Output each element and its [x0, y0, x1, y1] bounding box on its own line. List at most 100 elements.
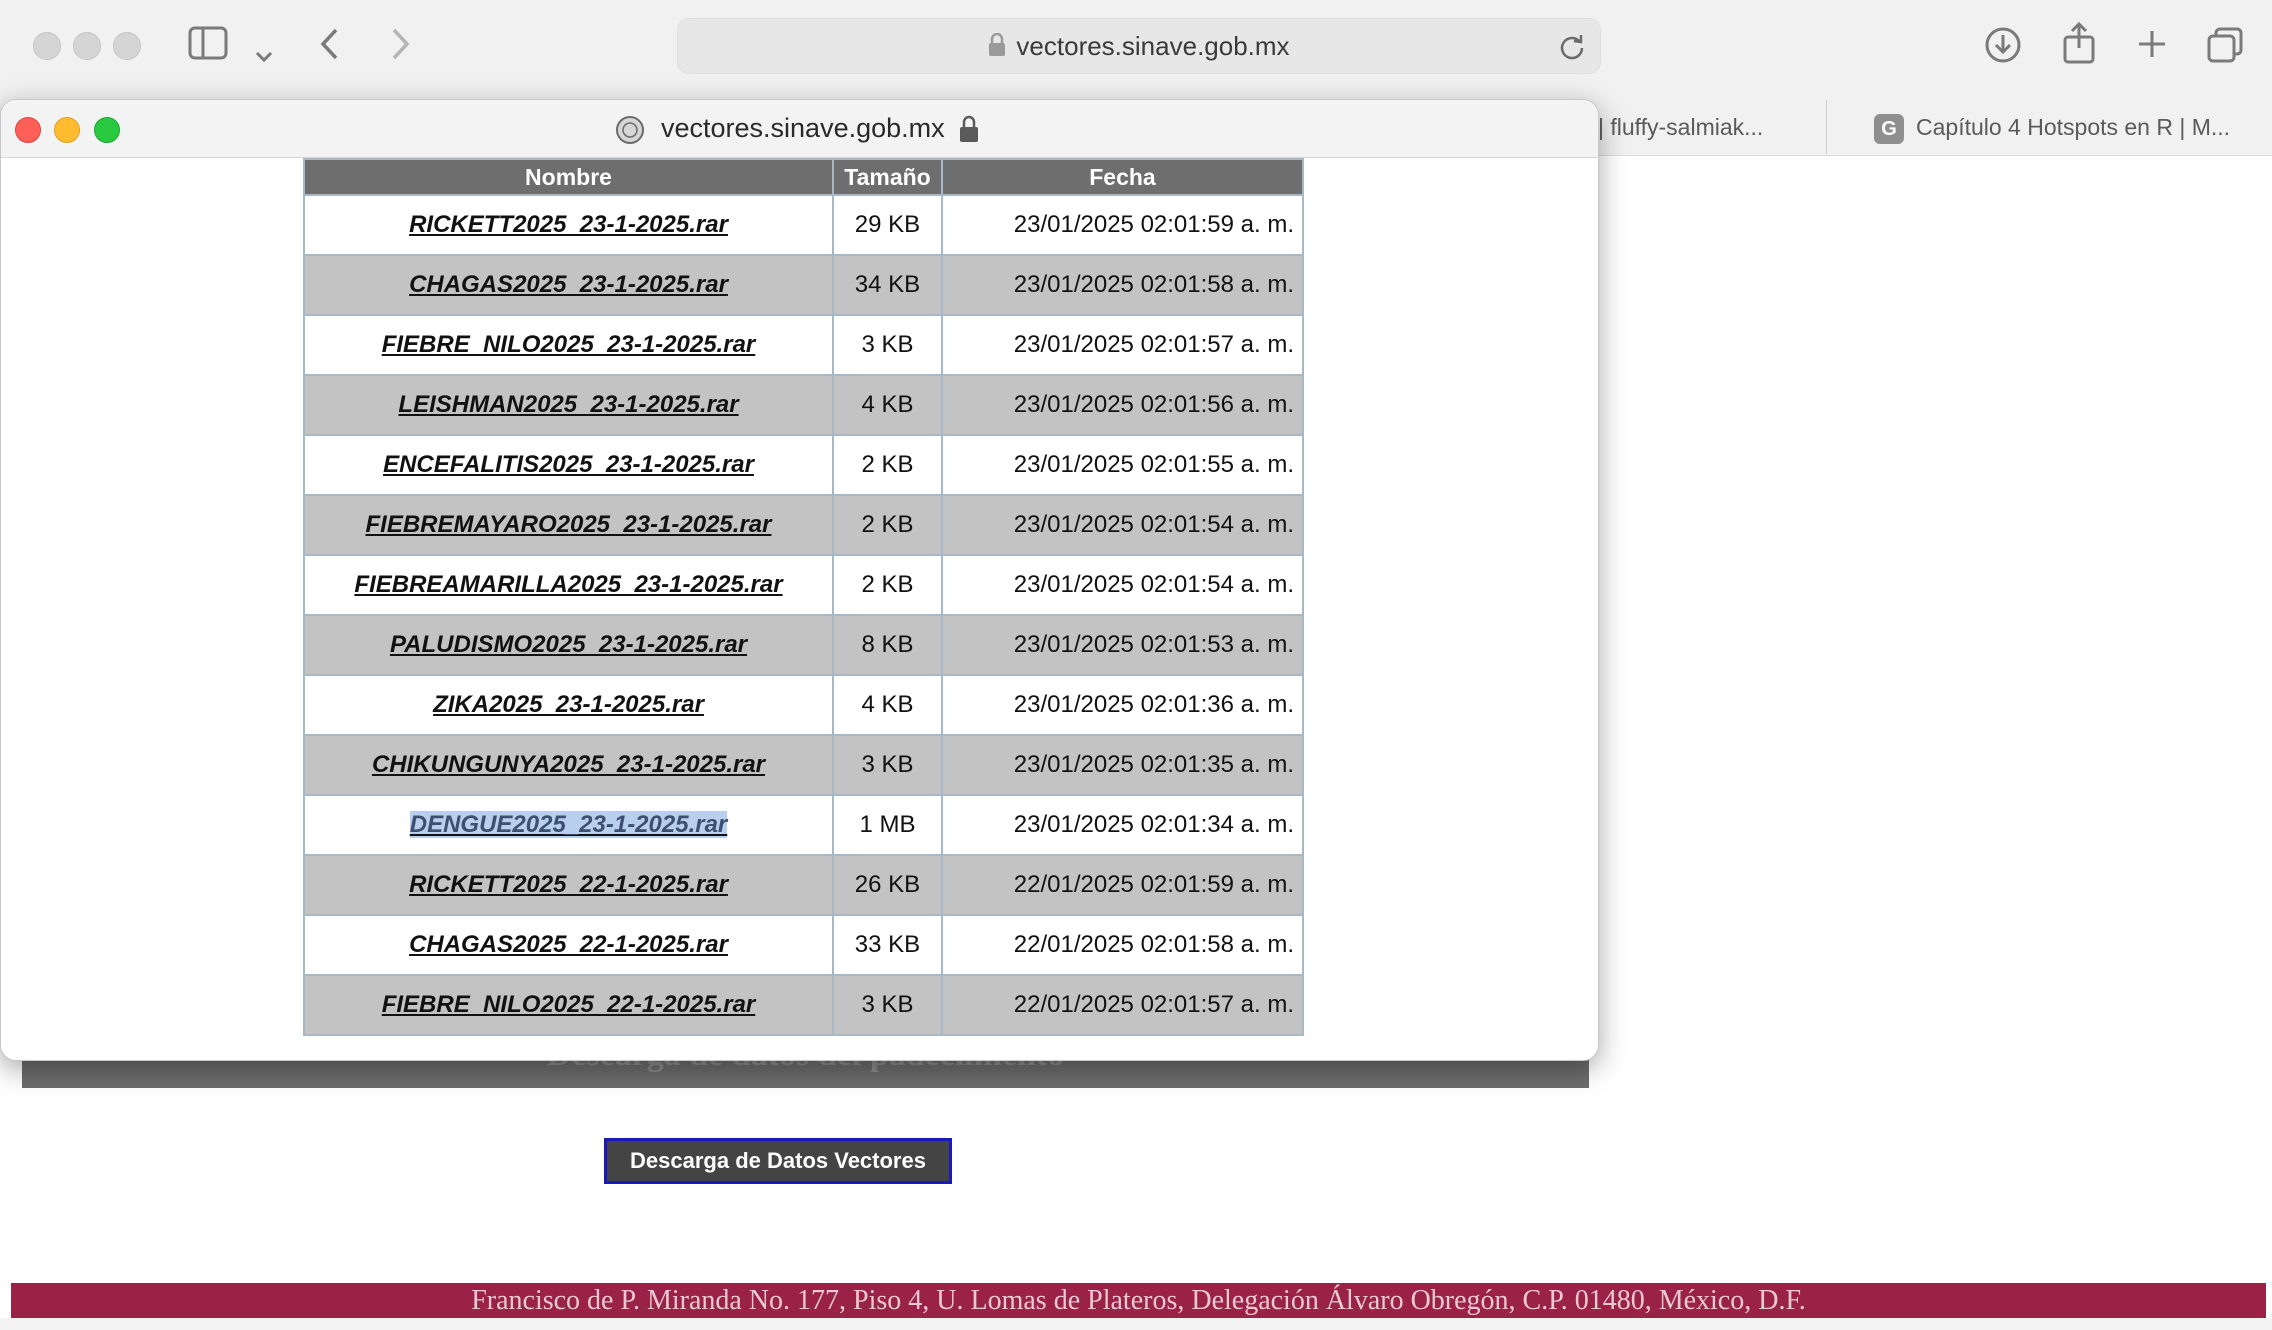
popup-titlebar: vectores.sinave.gob.mx [1, 100, 1598, 158]
file-date: 23/01/2025 02:01:56 a. m. [941, 374, 1304, 436]
file-link[interactable]: CHAGAS2025_22-1-2025.rar [409, 931, 728, 958]
file-date: 23/01/2025 02:01:36 a. m. [941, 674, 1304, 736]
file-link-cell: ENCEFALITIS2025_23-1-2025.rar [303, 434, 834, 496]
table-row: ENCEFALITIS2025_23-1-2025.rar 2 KB 23/01/2… [303, 434, 1304, 496]
address-bar[interactable]: vectores.sinave.gob.mx [677, 18, 1601, 74]
tab-label: | fluffy-salmiak... [1598, 114, 1764, 140]
tab-label: Capítulo 4 Hotspots en R | M... [1916, 114, 2231, 140]
table-row: FIEBRE_NILO2025_22-1-2025.rar 3 KB 22/01/2… [303, 974, 1304, 1036]
footer-strip [0, 1318, 2272, 1330]
file-link-cell: CHIKUNGUNYA2025_23-1-2025.rar [303, 734, 834, 796]
file-date: 22/01/2025 02:01:59 a. m. [941, 854, 1304, 916]
popup-zoom-button[interactable] [94, 117, 120, 143]
sidebar-icon[interactable] [188, 26, 228, 66]
file-size: 34 KB [832, 254, 943, 316]
file-link-cell: DENGUE2025_23-1-2025.rar [303, 794, 834, 856]
download-icon[interactable] [1984, 26, 2022, 70]
table-row: RICKETT2025_22-1-2025.rar 26 KB 22/01/2025… [303, 854, 1304, 916]
file-date: 23/01/2025 02:01:35 a. m. [941, 734, 1304, 796]
table-row: PALUDISMO2025_23-1-2025.rar 8 KB 23/01/202… [303, 614, 1304, 676]
table-row: DENGUE2025_23-1-2025.rar 1 MB 23/01/2025 0… [303, 794, 1304, 856]
reload-icon[interactable] [1558, 33, 1586, 66]
window-close-dot[interactable] [33, 32, 61, 60]
file-link[interactable]: FIEBRE_NILO2025_22-1-2025.rar [382, 991, 756, 1018]
file-link[interactable]: DENGUE2025_23-1-2025.rar [409, 811, 728, 838]
file-size: 2 KB [832, 434, 943, 496]
file-date: 23/01/2025 02:01:58 a. m. [941, 254, 1304, 316]
table-row: LEISHMAN2025_23-1-2025.rar 4 KB 23/01/2025… [303, 374, 1304, 436]
file-link-cell: FIEBRE_NILO2025_22-1-2025.rar [303, 974, 834, 1036]
file-size: 8 KB [832, 614, 943, 676]
popup-close-button[interactable] [15, 117, 41, 143]
table-row: FIEBREAMARILLA2025_23-1-2025.rar 2 KB 23/0… [303, 554, 1304, 616]
file-link[interactable]: CHAGAS2025_23-1-2025.rar [409, 271, 728, 298]
file-size: 33 KB [832, 914, 943, 976]
table-header-row: Nombre Tamaño Fecha [303, 158, 1304, 196]
back-icon[interactable] [318, 27, 340, 67]
tabs-overview-icon[interactable] [2206, 26, 2244, 70]
file-size: 3 KB [832, 734, 943, 796]
file-size: 2 KB [832, 554, 943, 616]
files-table: Nombre Tamaño Fecha RICKETT2025_23-1-202… [303, 158, 1304, 1036]
file-link[interactable]: FIEBREAMARILLA2025_23-1-2025.rar [354, 571, 782, 598]
page-footer: Francisco de P. Miranda No. 177, Piso 4,… [11, 1283, 2266, 1318]
site-seal-icon [615, 115, 645, 145]
file-date: 23/01/2025 02:01:53 a. m. [941, 614, 1304, 676]
file-size: 3 KB [832, 314, 943, 376]
file-link[interactable]: CHIKUNGUNYA2025_23-1-2025.rar [372, 751, 765, 778]
window-zoom-dot[interactable] [113, 32, 141, 60]
lock-icon [988, 32, 1006, 64]
file-link-cell: CHAGAS2025_23-1-2025.rar [303, 254, 834, 316]
file-link[interactable]: PALUDISMO2025_23-1-2025.rar [390, 631, 747, 658]
file-link[interactable]: LEISHMAN2025_23-1-2025.rar [398, 391, 738, 418]
header-fecha[interactable]: Fecha [941, 158, 1304, 196]
table-row: CHAGAS2025_23-1-2025.rar 34 KB 23/01/2025 … [303, 254, 1304, 316]
lock-icon [959, 115, 979, 148]
popup-content: Nombre Tamaño Fecha RICKETT2025_23-1-202… [1, 158, 1598, 1060]
footer-address: Francisco de P. Miranda No. 177, Piso 4,… [471, 1285, 1806, 1316]
file-size: 4 KB [832, 674, 943, 736]
file-link-cell: RICKETT2025_22-1-2025.rar [303, 854, 834, 916]
chevron-down-icon[interactable] [254, 36, 274, 70]
file-link-cell: FIEBREAMARILLA2025_23-1-2025.rar [303, 554, 834, 616]
file-link-cell: ZIKA2025_23-1-2025.rar [303, 674, 834, 736]
tab-fluffy-salmiak[interactable]: | fluffy-salmiak... [1598, 100, 1808, 154]
header-nombre[interactable]: Nombre [303, 158, 834, 196]
file-date: 23/01/2025 02:01:34 a. m. [941, 794, 1304, 856]
popup-url: vectores.sinave.gob.mx [661, 113, 945, 143]
file-size: 4 KB [832, 374, 943, 436]
table-row: FIEBRE_NILO2025_23-1-2025.rar 3 KB 23/01/2… [303, 314, 1304, 376]
share-icon[interactable] [2062, 21, 2096, 70]
file-link-cell: CHAGAS2025_22-1-2025.rar [303, 914, 834, 976]
table-row: CHAGAS2025_22-1-2025.rar 33 KB 22/01/2025 … [303, 914, 1304, 976]
file-date: 23/01/2025 02:01:55 a. m. [941, 434, 1304, 496]
table-row: RICKETT2025_23-1-2025.rar 29 KB 23/01/2025… [303, 194, 1304, 256]
table-row: FIEBREMAYARO2025_23-1-2025.rar 2 KB 23/01/… [303, 494, 1304, 556]
file-date: 23/01/2025 02:01:54 a. m. [941, 554, 1304, 616]
header-tamano[interactable]: Tamaño [832, 158, 943, 196]
download-vectores-button[interactable]: Descarga de Datos Vectores [604, 1138, 952, 1184]
address-text: vectores.sinave.gob.mx [1016, 31, 1290, 61]
file-link[interactable]: ZIKA2025_23-1-2025.rar [433, 691, 704, 718]
file-link-cell: LEISHMAN2025_23-1-2025.rar [303, 374, 834, 436]
file-link[interactable]: RICKETT2025_22-1-2025.rar [409, 871, 728, 898]
g-badge-icon: G [1874, 113, 1904, 144]
file-link[interactable]: ENCEFALITIS2025_23-1-2025.rar [383, 451, 754, 478]
file-link[interactable]: FIEBREMAYARO2025_23-1-2025.rar [366, 511, 772, 538]
file-link[interactable]: RICKETT2025_23-1-2025.rar [409, 211, 728, 238]
tab-hotspots-en-r[interactable]: G Capítulo 4 Hotspots en R | M... [1874, 100, 2234, 154]
file-link-cell: FIEBREMAYARO2025_23-1-2025.rar [303, 494, 834, 556]
file-size: 26 KB [832, 854, 943, 916]
new-tab-icon[interactable] [2136, 28, 2168, 66]
file-link[interactable]: FIEBRE_NILO2025_23-1-2025.rar [382, 331, 756, 358]
forward-icon[interactable] [390, 27, 412, 67]
file-size: 29 KB [832, 194, 943, 256]
table-row: CHIKUNGUNYA2025_23-1-2025.rar 3 KB 23/01/2… [303, 734, 1304, 796]
file-date: 22/01/2025 02:01:57 a. m. [941, 974, 1304, 1036]
file-size: 2 KB [832, 494, 943, 556]
window-minimize-dot[interactable] [73, 32, 101, 60]
file-date: 23/01/2025 02:01:59 a. m. [941, 194, 1304, 256]
file-size: 3 KB [832, 974, 943, 1036]
popup-minimize-button[interactable] [54, 117, 80, 143]
file-link-cell: PALUDISMO2025_23-1-2025.rar [303, 614, 834, 676]
